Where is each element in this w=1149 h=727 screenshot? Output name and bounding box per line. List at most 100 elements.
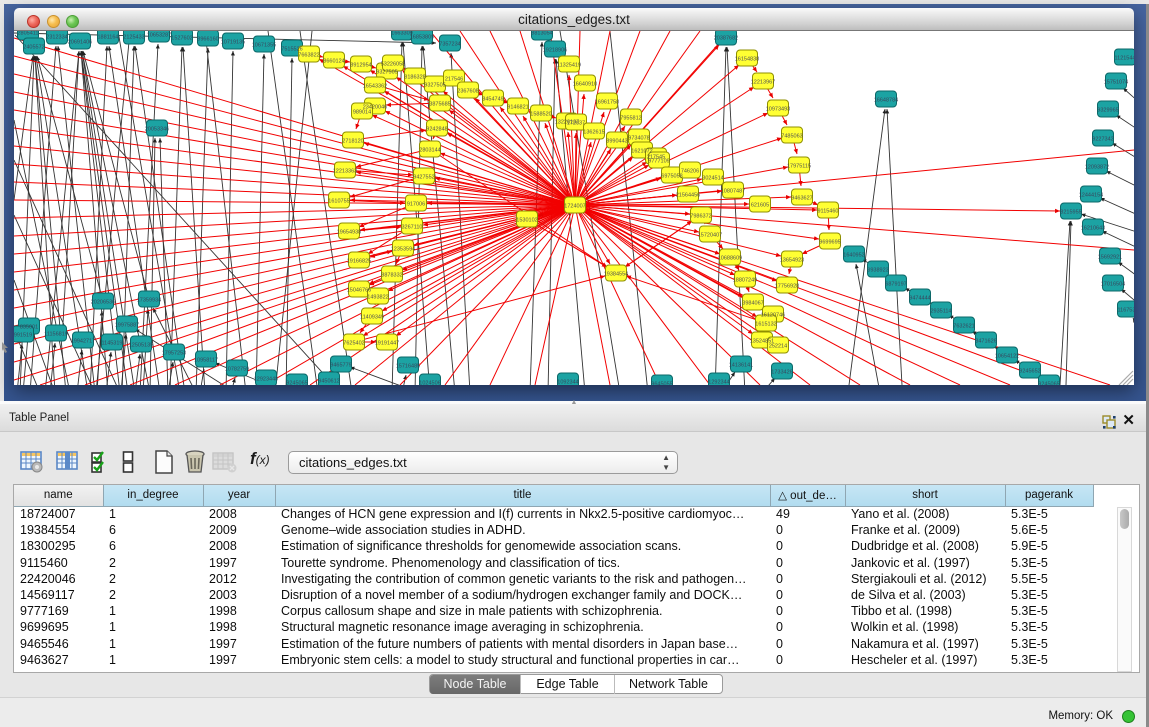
svg-text:10807487: 10807487 bbox=[721, 189, 745, 195]
svg-text:9115460: 9115460 bbox=[817, 209, 838, 215]
svg-text:9227342: 9227342 bbox=[1092, 137, 1113, 143]
svg-text:1530102: 1530102 bbox=[516, 218, 537, 224]
svg-text:7357234: 7357234 bbox=[439, 42, 460, 48]
svg-text:9245652: 9245652 bbox=[1019, 369, 1040, 375]
svg-text:9474444: 9474444 bbox=[909, 296, 930, 302]
svg-text:19166825: 19166825 bbox=[347, 259, 371, 265]
svg-text:7485063: 7485063 bbox=[781, 134, 802, 140]
svg-text:8471626: 8471626 bbox=[975, 339, 996, 345]
svg-text:9327505: 9327505 bbox=[376, 70, 397, 76]
svg-text:9146821: 9146821 bbox=[507, 105, 528, 111]
svg-text:9777109: 9777109 bbox=[648, 159, 669, 165]
svg-text:9465779: 9465779 bbox=[330, 363, 351, 369]
svg-text:7632621: 7632621 bbox=[953, 324, 974, 330]
svg-text:2718120: 2718120 bbox=[342, 139, 363, 145]
svg-text:991519: 991519 bbox=[14, 333, 32, 339]
svg-text:11409349: 11409349 bbox=[360, 315, 384, 321]
svg-text:8454749: 8454749 bbox=[482, 97, 503, 103]
svg-text:3267110: 3267110 bbox=[401, 225, 422, 231]
svg-text:8813054: 8813054 bbox=[531, 31, 552, 37]
svg-text:21564456: 21564456 bbox=[676, 193, 700, 199]
svg-text:1615132: 1615132 bbox=[755, 322, 776, 328]
svg-text:2805411: 2805411 bbox=[17, 31, 38, 37]
svg-text:7986372: 7986372 bbox=[690, 214, 711, 220]
svg-text:19942717: 19942717 bbox=[71, 339, 95, 345]
svg-text:2125433: 2125433 bbox=[123, 35, 144, 41]
svg-text:17016504: 17016504 bbox=[1101, 282, 1125, 288]
svg-text:7625402: 7625402 bbox=[343, 341, 364, 347]
svg-text:18807249: 18807249 bbox=[733, 278, 757, 284]
svg-text:12213363: 12213363 bbox=[333, 169, 357, 175]
svg-text:12213967: 12213967 bbox=[751, 80, 775, 86]
svg-text:20053346: 20053346 bbox=[145, 127, 169, 133]
svg-text:19654938: 19654938 bbox=[337, 230, 361, 236]
svg-text:11156819: 11156819 bbox=[44, 332, 68, 338]
svg-text:1493822: 1493822 bbox=[367, 295, 388, 301]
svg-text:11325419: 11325419 bbox=[557, 63, 581, 69]
svg-text:10653287: 10653287 bbox=[147, 33, 171, 39]
svg-text:17975115: 17975115 bbox=[787, 164, 811, 170]
svg-text:16120746: 16120746 bbox=[761, 313, 785, 319]
svg-text:2312334: 2312334 bbox=[46, 35, 67, 41]
svg-text:3984067: 3984067 bbox=[742, 301, 763, 307]
svg-text:12505135: 12505135 bbox=[129, 343, 153, 349]
svg-text:16154838: 16154838 bbox=[735, 57, 759, 63]
svg-text:15692921: 15692921 bbox=[1098, 255, 1122, 261]
svg-text:8215955: 8215955 bbox=[1060, 210, 1081, 216]
svg-text:9645055: 9645055 bbox=[651, 382, 672, 386]
svg-text:19975887: 19975887 bbox=[115, 323, 139, 329]
svg-text:19384554: 19384554 bbox=[604, 272, 628, 278]
svg-text:252214: 252214 bbox=[769, 344, 787, 350]
svg-text:1092344: 1092344 bbox=[557, 380, 578, 386]
svg-text:12093872: 12093872 bbox=[1085, 165, 1109, 171]
svg-text:8912954: 8912954 bbox=[350, 63, 371, 69]
svg-text:1292344: 1292344 bbox=[708, 380, 729, 386]
svg-text:16961758: 16961758 bbox=[595, 100, 619, 106]
svg-text:6879197: 6879197 bbox=[885, 282, 906, 288]
svg-text:7955812: 7955812 bbox=[620, 116, 641, 122]
svg-text:746206: 746206 bbox=[681, 169, 699, 175]
svg-text:3024514: 3024514 bbox=[702, 176, 723, 182]
svg-text:20206536: 20206536 bbox=[91, 300, 115, 306]
svg-text:1362615: 1362615 bbox=[583, 130, 604, 136]
svg-text:835001: 835001 bbox=[20, 325, 38, 331]
svg-text:10654122: 10654122 bbox=[995, 354, 1019, 360]
svg-text:17756928: 17756928 bbox=[775, 284, 799, 290]
svg-text:917006: 917006 bbox=[407, 202, 425, 208]
svg-text:1588520: 1588520 bbox=[530, 112, 551, 118]
svg-text:1167534: 1167534 bbox=[1117, 308, 1134, 314]
svg-text:16853809: 16853809 bbox=[410, 35, 434, 41]
svg-text:16543362: 16543362 bbox=[363, 84, 387, 90]
svg-text:10719135: 10719135 bbox=[221, 40, 245, 46]
svg-text:7663822: 7663822 bbox=[298, 53, 319, 59]
svg-text:3875685: 3875685 bbox=[429, 102, 450, 108]
svg-text:9463627: 9463627 bbox=[791, 196, 812, 202]
svg-text:2803144: 2803144 bbox=[419, 148, 440, 154]
svg-text:9734078: 9734078 bbox=[628, 136, 649, 142]
svg-text:19191447: 19191447 bbox=[375, 341, 399, 347]
svg-text:8966160: 8966160 bbox=[197, 37, 218, 43]
svg-text:9329965: 9329965 bbox=[1097, 108, 1118, 114]
svg-text:15720407: 15720407 bbox=[698, 233, 722, 239]
svg-text:12444154: 12444154 bbox=[1079, 193, 1103, 199]
svg-text:15046766: 15046766 bbox=[347, 288, 371, 294]
svg-text:8660124: 8660124 bbox=[323, 59, 344, 65]
svg-text:1145319: 1145319 bbox=[101, 341, 122, 347]
svg-text:12353594: 12353594 bbox=[391, 247, 415, 253]
svg-text:15751074: 15751074 bbox=[1104, 80, 1128, 86]
svg-text:9450612: 9450612 bbox=[318, 379, 339, 385]
svg-text:1881164: 1881164 bbox=[97, 35, 118, 41]
svg-text:1724007: 1724007 bbox=[564, 204, 585, 210]
svg-text:1527602: 1527602 bbox=[171, 36, 192, 42]
svg-text:1024506: 1024506 bbox=[419, 381, 440, 386]
svg-text:10958117: 10958117 bbox=[194, 358, 218, 364]
svg-text:1121544: 1121544 bbox=[1114, 56, 1134, 62]
svg-text:10671355: 10671355 bbox=[252, 43, 276, 49]
svg-text:15716485: 15716485 bbox=[396, 364, 420, 370]
svg-text:989014: 989014 bbox=[353, 110, 371, 116]
svg-text:8878332: 8878332 bbox=[381, 273, 402, 279]
svg-text:8186328: 8186328 bbox=[404, 75, 425, 81]
svg-text:14136141: 14136141 bbox=[729, 363, 753, 369]
svg-text:17957253: 17957253 bbox=[162, 351, 186, 357]
svg-text:19218906: 19218906 bbox=[543, 48, 567, 54]
